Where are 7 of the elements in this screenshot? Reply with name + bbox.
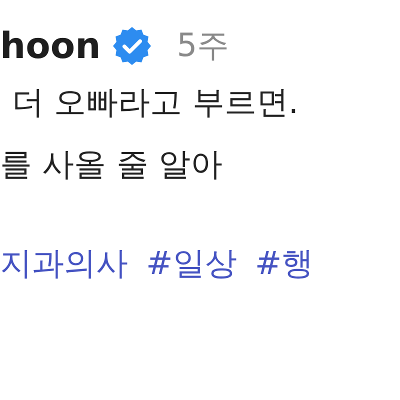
- hashtag-link[interactable]: #일상: [146, 242, 237, 286]
- comment-time: 5주: [176, 25, 230, 66]
- comment-text: 더 오빠라고 부르면.: [11, 82, 300, 123]
- comment-text: 를 사올 줄 알아: [0, 144, 224, 185]
- hashtag-link[interactable]: 지과의사: [0, 242, 128, 286]
- username[interactable]: hoon: [0, 26, 101, 66]
- hashtag-link[interactable]: #행: [254, 242, 314, 286]
